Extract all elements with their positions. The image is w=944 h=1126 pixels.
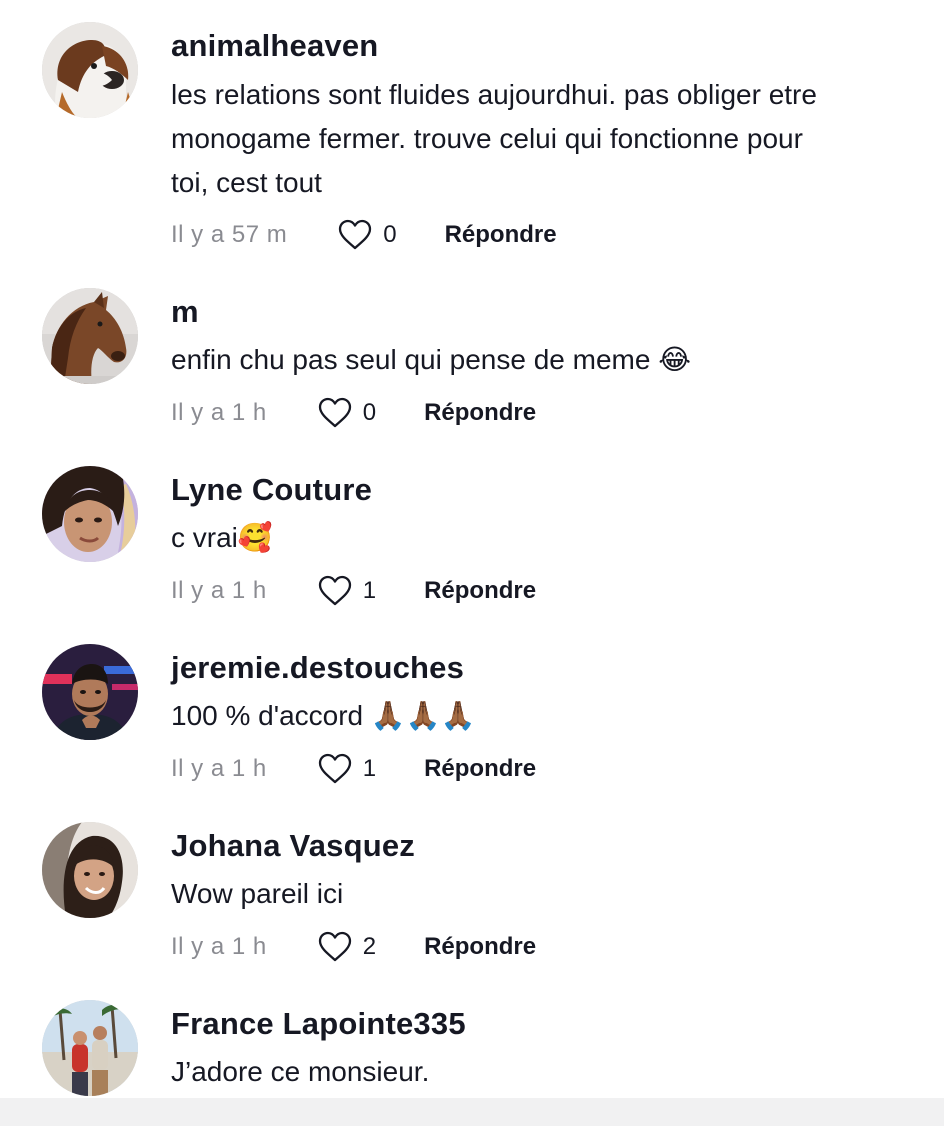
like-count: 0 (362, 399, 377, 426)
comment-time: Il y a 1 h (171, 577, 267, 604)
comment-text: c vrai🥰 (171, 516, 911, 560)
comment-text-line: J’adore ce monsieur. (171, 1056, 430, 1087)
comment-time: Il y a 57 m (171, 221, 288, 248)
comment-username[interactable]: France Lapointe335 (171, 1006, 466, 1042)
like-button[interactable]: 1 (317, 575, 376, 607)
comment-text-line: Wow pareil ici (171, 878, 344, 909)
comment-username[interactable]: jeremie.destouches (171, 650, 464, 686)
heart-outline-icon[interactable] (337, 219, 373, 251)
comment-username[interactable]: Johana Vasquez (171, 828, 415, 864)
reply-button[interactable]: Répondre (424, 399, 536, 427)
reply-button[interactable]: Répondre (424, 933, 536, 961)
like-count: 1 (362, 577, 377, 604)
reply-button[interactable]: Répondre (424, 755, 536, 783)
comment-text-line: c vrai🥰 (171, 522, 273, 553)
comment-time: Il y a 1 h (171, 755, 267, 782)
comment-time: Il y a 1 h (171, 399, 267, 426)
comment-username[interactable]: m (171, 294, 199, 330)
comment-meta: Il y a 1 h 1 Répondre (171, 749, 536, 789)
avatar[interactable] (42, 288, 138, 384)
like-button[interactable]: 0 (337, 219, 397, 251)
comment-time: Il y a 1 h (171, 933, 267, 960)
comment-username[interactable]: animalheaven (171, 28, 378, 64)
comment-text-line: les relations sont fluides aujourdhui. p… (171, 79, 817, 110)
comment-text: J’adore ce monsieur. (171, 1050, 911, 1094)
avatar[interactable] (42, 822, 138, 918)
heart-outline-icon[interactable] (317, 753, 353, 785)
comment-text: 100 % d'accord 🙏🏾🙏🏾🙏🏾 (171, 694, 911, 738)
comment-text-line: toi, cest tout (171, 167, 322, 198)
avatar[interactable] (42, 466, 138, 562)
comment-text: les relations sont fluides aujourdhui. p… (171, 73, 911, 205)
like-count: 2 (362, 933, 377, 960)
reply-button[interactable]: Répondre (445, 221, 557, 249)
comment-text-line: enfin chu pas seul qui pense de meme 😂 (171, 344, 691, 375)
comment-meta: Il y a 1 h 0 Répondre (171, 393, 536, 433)
comment-text-line: 100 % d'accord 🙏🏾🙏🏾🙏🏾 (171, 700, 476, 731)
like-button[interactable]: 2 (317, 931, 376, 963)
heart-outline-icon[interactable] (317, 397, 353, 429)
comment-meta: Il y a 1 h 2 Répondre (171, 927, 536, 967)
like-count: 1 (362, 755, 377, 782)
avatar[interactable] (42, 22, 138, 118)
comment-text: enfin chu pas seul qui pense de meme 😂 (171, 338, 911, 382)
comment-meta: Il y a 57 m 0 Répondre (171, 215, 557, 255)
heart-outline-icon[interactable] (317, 575, 353, 607)
like-button[interactable]: 1 (317, 753, 376, 785)
comment-username[interactable]: Lyne Couture (171, 472, 372, 508)
comment-text: Wow pareil ici (171, 872, 911, 916)
bottom-bar (0, 1098, 944, 1126)
avatar[interactable] (42, 644, 138, 740)
heart-outline-icon[interactable] (317, 931, 353, 963)
comment-meta: Il y a 1 h 1 Répondre (171, 571, 536, 611)
comment-text-line: monogame fermer. trouve celui qui foncti… (171, 123, 803, 154)
avatar[interactable] (42, 1000, 138, 1096)
reply-button[interactable]: Répondre (424, 577, 536, 605)
like-button[interactable]: 0 (317, 397, 376, 429)
like-count: 0 (383, 221, 397, 248)
